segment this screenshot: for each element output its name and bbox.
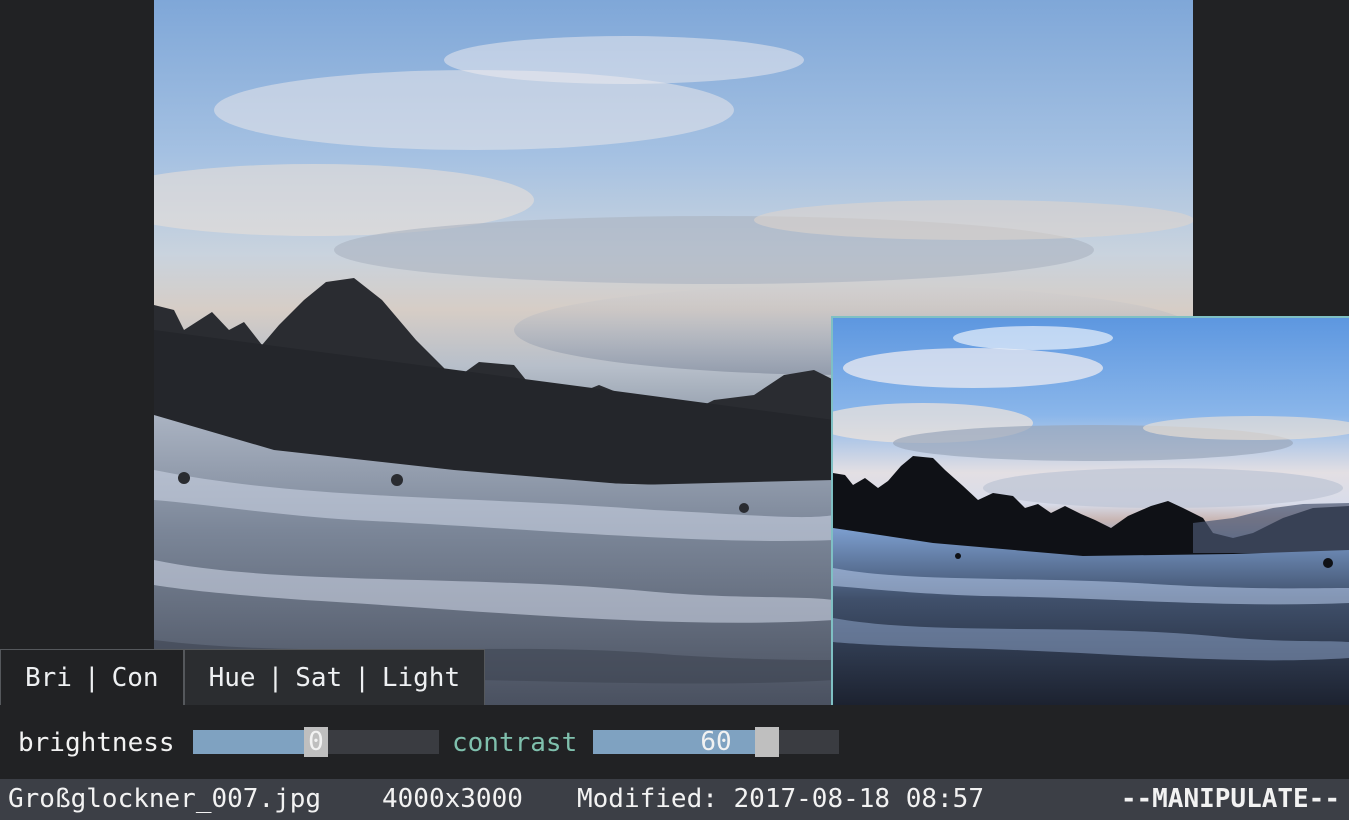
- tab-label-con: Con: [111, 662, 159, 693]
- image-viewer-window: Bri | Con Hue | Sat | Light brightness 0 contr…: [0, 0, 1349, 820]
- tab-hue-sat-light[interactable]: Hue | Sat | Light: [183, 649, 486, 705]
- tab-label-sat: Sat: [295, 662, 343, 693]
- contrast-label: contrast: [452, 728, 578, 758]
- tab-separator: |: [83, 662, 100, 693]
- status-filename: Großglockner_007.jpg: [8, 784, 322, 814]
- brightness-slider[interactable]: 0: [193, 727, 439, 757]
- manipulated-preview: [831, 316, 1349, 705]
- tab-separator: |: [354, 662, 370, 693]
- tab-bri-con[interactable]: Bri | Con: [0, 649, 184, 705]
- tab-label-hue: Hue: [208, 662, 256, 693]
- preview-photo: [833, 326, 1349, 705]
- tab-label-light: Light: [381, 662, 461, 693]
- status-dimensions: 4000x3000: [382, 784, 523, 814]
- brightness-value: 0: [308, 727, 324, 757]
- status-bar: Großglockner_007.jpg 4000x3000 Modified:…: [0, 779, 1349, 820]
- slider-bar: brightness 0 contrast 60: [0, 705, 1349, 779]
- brightness-label: brightness: [18, 728, 175, 758]
- contrast-value: 60: [700, 727, 732, 757]
- manipulate-tabs: Bri | Con Hue | Sat | Light: [0, 649, 486, 705]
- tab-separator: |: [267, 662, 284, 693]
- status-mode: --MANIPULATE--: [1120, 784, 1340, 814]
- contrast-slider[interactable]: 60: [593, 727, 839, 757]
- tab-label-bri: Bri: [25, 662, 72, 693]
- status-modified: Modified: 2017-08-18 08:57: [577, 784, 984, 814]
